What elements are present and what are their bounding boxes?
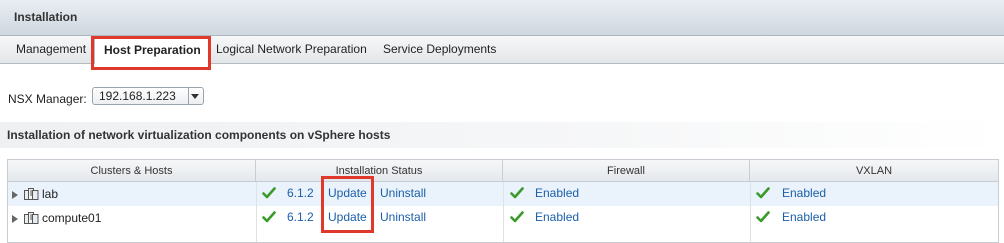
update-link[interactable]: Update bbox=[328, 186, 367, 200]
check-icon bbox=[756, 187, 770, 199]
tab-service-deployments[interactable]: Service Deployments bbox=[383, 36, 496, 63]
panel-title: Installation bbox=[14, 10, 78, 24]
chevron-down-icon[interactable] bbox=[191, 94, 199, 99]
check-icon bbox=[262, 211, 276, 223]
expand-arrow-icon[interactable] bbox=[12, 215, 18, 223]
column-header-vxlan[interactable]: VXLAN bbox=[750, 160, 998, 182]
select-divider bbox=[188, 88, 189, 104]
tab-logical-network-preparation[interactable]: Logical Network Preparation bbox=[216, 36, 367, 63]
host-name[interactable]: compute01 bbox=[42, 211, 101, 225]
tab-bar: Management Host Preparation Logical Netw… bbox=[0, 36, 1004, 64]
tab-management[interactable]: Management bbox=[16, 36, 86, 63]
uninstall-link[interactable]: Uninstall bbox=[380, 210, 426, 224]
content-area: NSX Manager: 192.168.1.223 Installation … bbox=[0, 64, 1004, 243]
version-link[interactable]: 6.1.2 bbox=[287, 186, 314, 200]
nsx-manager-label: NSX Manager: bbox=[8, 92, 87, 106]
column-header-firewall[interactable]: Firewall bbox=[503, 160, 750, 182]
update-link[interactable]: Update bbox=[328, 210, 367, 224]
nsx-manager-select[interactable]: 192.168.1.223 bbox=[92, 87, 204, 105]
column-header-installation-status[interactable]: Installation Status bbox=[256, 160, 503, 182]
column-divider bbox=[750, 182, 751, 242]
host-name[interactable]: lab bbox=[42, 187, 58, 201]
firewall-enabled-link[interactable]: Enabled bbox=[535, 210, 579, 224]
section-header: Installation of network virtualization c… bbox=[0, 122, 1004, 148]
version-link[interactable]: 6.1.2 bbox=[287, 210, 314, 224]
check-icon bbox=[510, 187, 524, 199]
tab-host-preparation[interactable]: Host Preparation bbox=[94, 36, 211, 64]
vxlan-enabled-link[interactable]: Enabled bbox=[782, 186, 826, 200]
panel-title-bar: Installation bbox=[0, 0, 1004, 36]
uninstall-link[interactable]: Uninstall bbox=[380, 186, 426, 200]
vxlan-enabled-link[interactable]: Enabled bbox=[782, 210, 826, 224]
cluster-icon bbox=[24, 212, 39, 224]
section-title: Installation of network virtualization c… bbox=[7, 128, 391, 142]
check-icon bbox=[262, 187, 276, 199]
nsx-manager-value: 192.168.1.223 bbox=[99, 89, 176, 103]
firewall-enabled-link[interactable]: Enabled bbox=[535, 186, 579, 200]
column-header-clusters-hosts[interactable]: Clusters & Hosts bbox=[8, 160, 256, 182]
check-icon bbox=[510, 211, 524, 223]
check-icon bbox=[756, 211, 770, 223]
cluster-icon bbox=[24, 188, 39, 200]
column-divider bbox=[256, 182, 257, 242]
expand-arrow-icon[interactable] bbox=[12, 191, 18, 199]
hosts-table: Clusters & Hosts Installation Status Fir… bbox=[7, 159, 999, 243]
column-divider bbox=[503, 182, 504, 242]
